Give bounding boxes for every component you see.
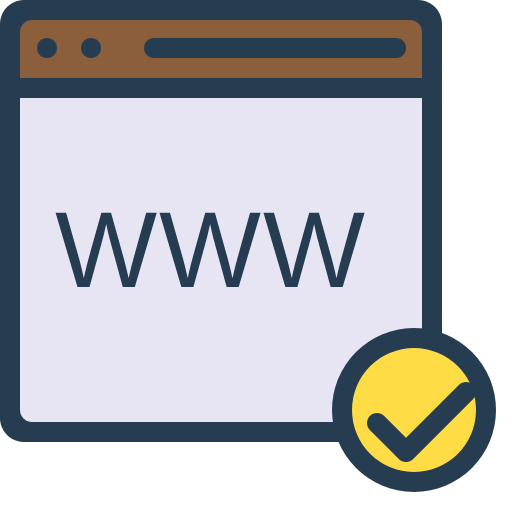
checkmark-badge-icon bbox=[332, 328, 496, 492]
address-bar-icon bbox=[144, 38, 406, 58]
title-bar-divider bbox=[20, 78, 422, 98]
website-verified-icon: WWW bbox=[0, 0, 512, 512]
window-dot-2 bbox=[81, 38, 101, 58]
www-text: WWW bbox=[55, 189, 367, 310]
website-verified-illustration: WWW bbox=[0, 0, 496, 492]
window-dot-1 bbox=[37, 38, 57, 58]
